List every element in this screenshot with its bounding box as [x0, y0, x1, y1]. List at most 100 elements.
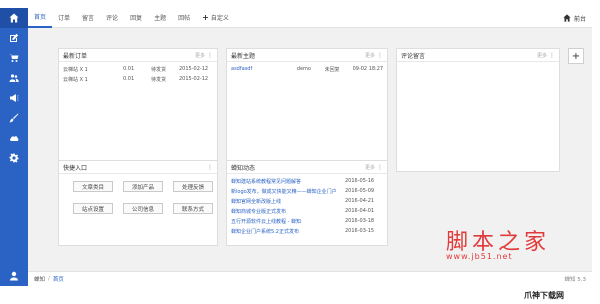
- news-item[interactable]: 蝉知企业门户系统5.2正式发布 2016-03-15: [227, 226, 387, 236]
- panel-menu-icon[interactable]: ⋮: [207, 52, 213, 59]
- sidebar-users[interactable]: [0, 68, 28, 88]
- panel-quick-entry: 快捷入口 ⋮ 文章类目 添加产品 处理反馈 站点设置 公司信息 联系方式: [58, 160, 218, 246]
- order-status: 待发货: [151, 76, 167, 83]
- sidebar-orders[interactable]: [0, 48, 28, 68]
- news-title[interactable]: 蝉知商城专业版正式发布: [231, 208, 345, 215]
- sidebar: [0, 8, 28, 286]
- panel-news: 蝉知动态 更多 ⋮ 蝉知建站系统教程常见问题解答 2016-05-16 新log…: [226, 160, 388, 246]
- order-price: 0.01: [123, 66, 135, 72]
- version-label: 蝉知 5.3: [564, 277, 587, 283]
- tab-messages[interactable]: 留言: [76, 8, 100, 28]
- topic-row[interactable]: asdfasdf demo 未回复 09-02 18:27: [227, 64, 387, 74]
- breadcrumb-root[interactable]: 蝉知: [34, 275, 45, 283]
- sidebar-edit[interactable]: [0, 28, 28, 48]
- news-item[interactable]: 蝉知官网全新改版上线 2016-04-21: [227, 196, 387, 206]
- panel-menu-icon[interactable]: ⋮: [207, 164, 213, 171]
- news-title[interactable]: 新logo发布，做成又快能又精——蝉知企业门户: [231, 188, 345, 195]
- cloud-icon: [10, 136, 19, 141]
- order-row[interactable]: 云梯站 X 1 0.01 待发货 2015-02-12: [59, 74, 217, 84]
- sidebar-cloud[interactable]: [0, 128, 28, 148]
- panel-title: 最新订单: [63, 52, 88, 60]
- sidebar-account[interactable]: [0, 266, 28, 286]
- frontend-link[interactable]: 前台: [563, 8, 586, 28]
- home-icon: [9, 13, 19, 23]
- news-date: 2016-05-16: [345, 178, 375, 184]
- tab-threads[interactable]: 主题: [148, 8, 172, 28]
- sidebar-design[interactable]: [0, 108, 28, 128]
- home-icon: [563, 14, 571, 22]
- users-icon: [9, 74, 19, 82]
- news-date: 2016-03-18: [345, 218, 375, 224]
- sidebar-home[interactable]: [0, 8, 28, 28]
- topic-time: 09-02 18:27: [352, 66, 383, 72]
- topic-status: 未回复: [324, 66, 340, 73]
- footer-breadcrumb: 蝉知 / 首页 蝉知 5.3: [28, 271, 592, 286]
- sidebar-settings[interactable]: [0, 148, 28, 168]
- news-item[interactable]: 蝉知建站系统教程常见问题解答 2016-05-16: [227, 176, 387, 186]
- quick-button[interactable]: 文章类目: [73, 181, 113, 192]
- tab-orders[interactable]: 订单: [52, 8, 76, 28]
- topic-author: demo: [296, 66, 311, 72]
- user-icon: [10, 271, 18, 281]
- edit-icon: [10, 33, 19, 42]
- panel-title: 评论留言: [401, 52, 426, 60]
- topic-title[interactable]: asdfasdf: [231, 66, 297, 72]
- cart-icon: [9, 54, 19, 62]
- panel-title: 快捷入口: [63, 164, 88, 172]
- news-date: 2016-05-09: [345, 188, 375, 194]
- panel-menu-icon[interactable]: ⋮: [377, 52, 383, 59]
- news-date: 2016-04-21: [345, 198, 375, 204]
- panel-title: 蝉知动态: [231, 164, 256, 172]
- panel-comments: 评论留言 更多 ⋮: [396, 48, 560, 172]
- panel-menu-icon[interactable]: ⋮: [549, 52, 555, 59]
- tab-comments[interactable]: 评论: [100, 8, 124, 28]
- quick-button[interactable]: 联系方式: [173, 203, 213, 214]
- order-price: 0.01: [123, 76, 135, 82]
- watermark-url: www.jb51.net: [446, 252, 513, 261]
- tab-posts[interactable]: 回帖: [172, 8, 196, 28]
- more-link[interactable]: 更多: [195, 52, 205, 59]
- news-title[interactable]: 蝉知官网全新改版上线: [231, 198, 345, 205]
- news-title[interactable]: 蝉知企业门户系统5.2正式发布: [231, 228, 345, 235]
- order-name: 云梯站 X 1: [63, 76, 88, 83]
- plus-icon: +: [202, 13, 209, 22]
- tab-customize-label: 自定义: [210, 15, 229, 22]
- tab-home[interactable]: 首页: [28, 8, 53, 28]
- panel-menu-icon[interactable]: ⋮: [377, 164, 383, 171]
- add-widget-button[interactable]: +: [568, 48, 584, 64]
- frontend-link-label: 前台: [573, 15, 586, 23]
- tab-replies[interactable]: 回复: [124, 8, 148, 28]
- order-date: 2015-02-12: [179, 66, 209, 72]
- news-item[interactable]: 五行开源软件云上线教程 - 蝉知 2016-03-18: [227, 216, 387, 226]
- plus-icon: +: [571, 50, 581, 62]
- order-row[interactable]: 云梯站 X 1 0.01 待发货 2015-02-12: [59, 64, 217, 74]
- news-item[interactable]: 新logo发布，做成又快能又精——蝉知企业门户 2016-05-09: [227, 186, 387, 196]
- quick-button[interactable]: 站点设置: [73, 203, 113, 214]
- more-link[interactable]: 更多: [365, 52, 375, 59]
- panel-title: 最新主题: [231, 52, 256, 60]
- more-link[interactable]: 更多: [365, 164, 375, 171]
- news-date: 2016-03-15: [345, 228, 375, 234]
- order-status: 待发货: [151, 66, 167, 73]
- breadcrumb-current[interactable]: 首页: [53, 275, 64, 283]
- order-name: 云梯站 X 1: [63, 66, 88, 73]
- panel-latest-topics: 最新主题 更多 ⋮ asdfasdf demo 未回复 09-02 18:27: [226, 48, 388, 172]
- quick-button[interactable]: 公司信息: [123, 203, 163, 214]
- watermark-logo: 爪神下载网: [524, 291, 564, 300]
- gear-icon: [9, 153, 19, 163]
- brush-icon: [9, 113, 19, 123]
- sidebar-promotion[interactable]: [0, 88, 28, 108]
- quick-button[interactable]: 添加产品: [123, 181, 163, 192]
- breadcrumb-separator: /: [48, 276, 50, 282]
- news-date: 2016-04-01: [345, 208, 375, 214]
- quick-button[interactable]: 处理反馈: [173, 181, 213, 192]
- tab-customize[interactable]: + 自定义: [196, 8, 235, 28]
- panel-latest-orders: 最新订单 更多 ⋮ 云梯站 X 1 0.01 待发货 2015-02-12 云梯…: [58, 48, 218, 172]
- news-title[interactable]: 五行开源软件云上线教程 - 蝉知: [231, 218, 345, 225]
- top-nav: 首页 订单 留言 评论 回复 主题 回帖 + 自定义 前台: [28, 8, 592, 28]
- more-link[interactable]: 更多: [537, 52, 547, 59]
- order-date: 2015-02-12: [179, 76, 209, 82]
- news-item[interactable]: 蝉知商城专业版正式发布 2016-04-01: [227, 206, 387, 216]
- megaphone-icon: [10, 94, 19, 102]
- news-title[interactable]: 蝉知建站系统教程常见问题解答: [231, 178, 345, 185]
